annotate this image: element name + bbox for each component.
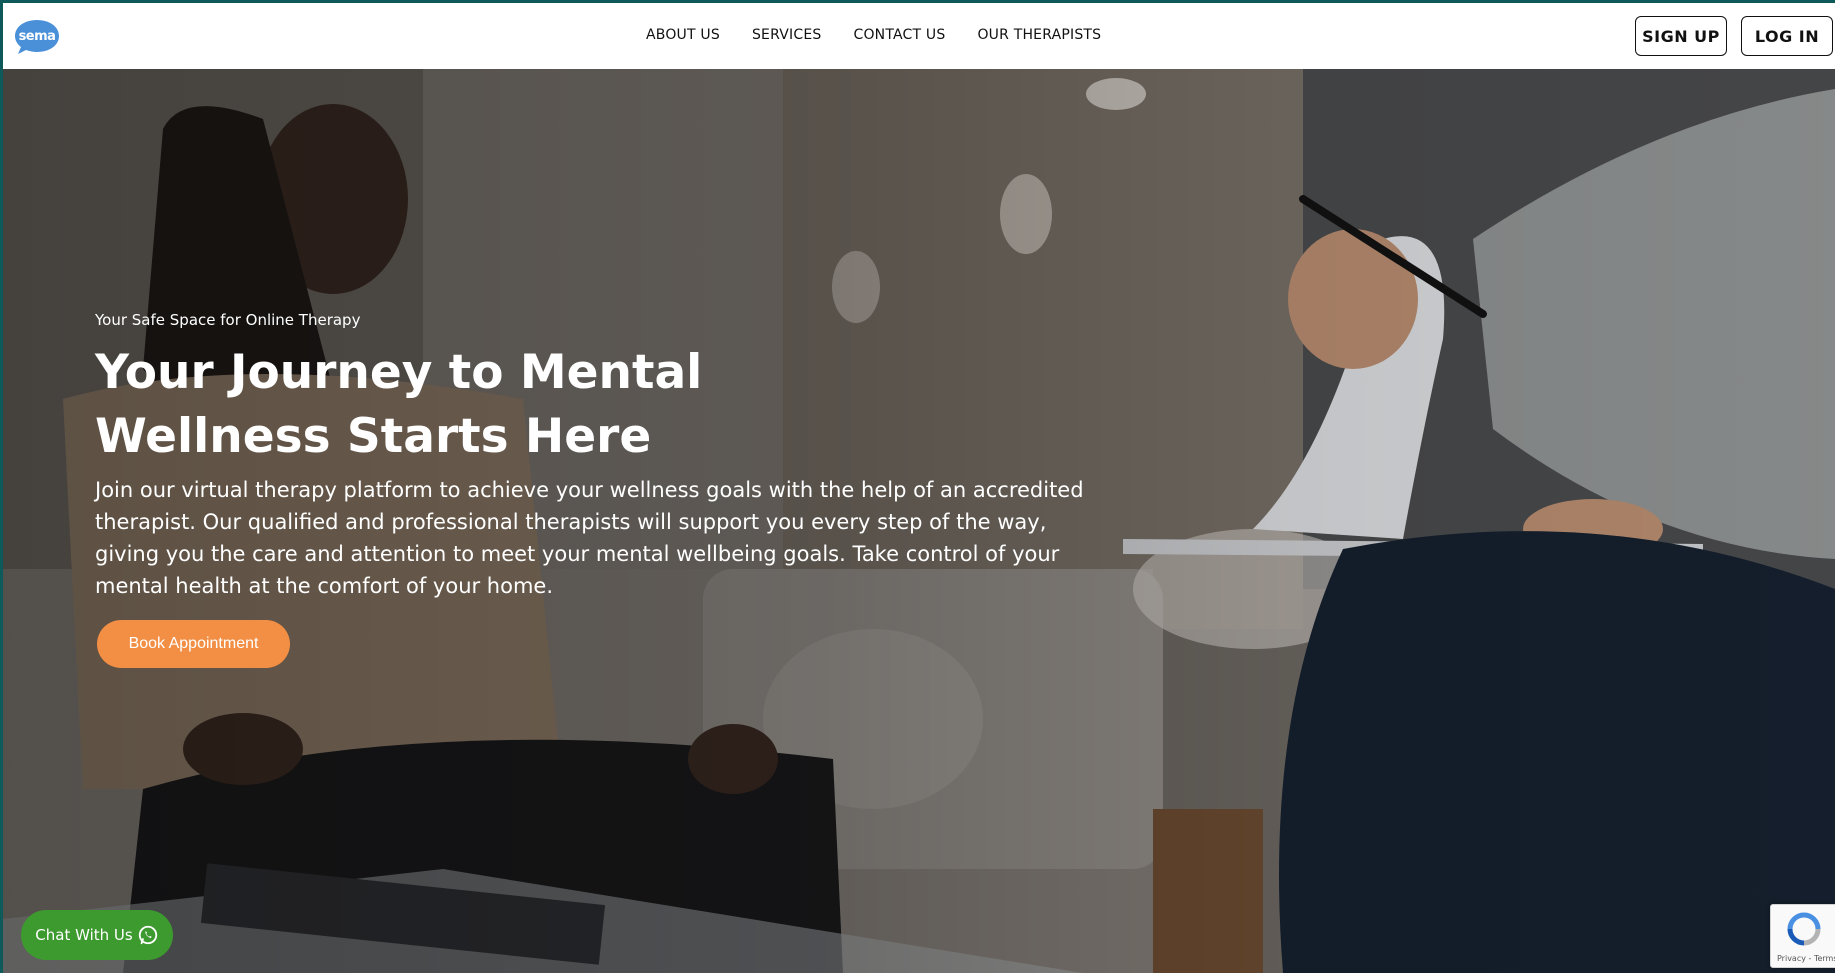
hero-intro-text: Join our virtual therapy platform to ach… [95,478,1084,598]
nav-about-us[interactable]: ABOUT US [646,27,720,43]
recaptcha-badge[interactable]: Privacy - Terms [1770,904,1835,968]
nav-contact-us[interactable]: CONTACT US [853,27,945,43]
sign-up-button[interactable]: SIGN UP [1635,16,1727,56]
nav-services[interactable]: SERVICES [752,27,822,43]
sema-logo[interactable]: sema [12,16,62,56]
hero-section: Your Safe Space for Online Therapy Your … [3,69,1835,973]
book-appointment-button[interactable]: Book Appointment [97,620,290,668]
main-nav: ABOUT US SERVICES CONTACT US OUR THERAPI… [646,27,1133,43]
recaptcha-icon [1787,912,1821,946]
whatsapp-icon [138,925,157,945]
site-header: sema ABOUT US SERVICES CONTACT US OUR TH… [3,3,1835,69]
hero-headline: Your Journey to Mental Wellness Starts H… [95,345,703,464]
nav-our-therapists[interactable]: OUR THERAPISTS [977,27,1101,43]
chat-label: Chat With Us [35,926,133,944]
chat-with-us-button[interactable]: Chat With Us [21,910,173,960]
recaptcha-terms[interactable]: Privacy - Terms [1777,954,1835,963]
hero-eyebrow: Your Safe Space for Online Therapy [95,311,361,329]
logo-text: sema [18,28,56,44]
log-in-button[interactable]: LOG IN [1741,16,1833,56]
